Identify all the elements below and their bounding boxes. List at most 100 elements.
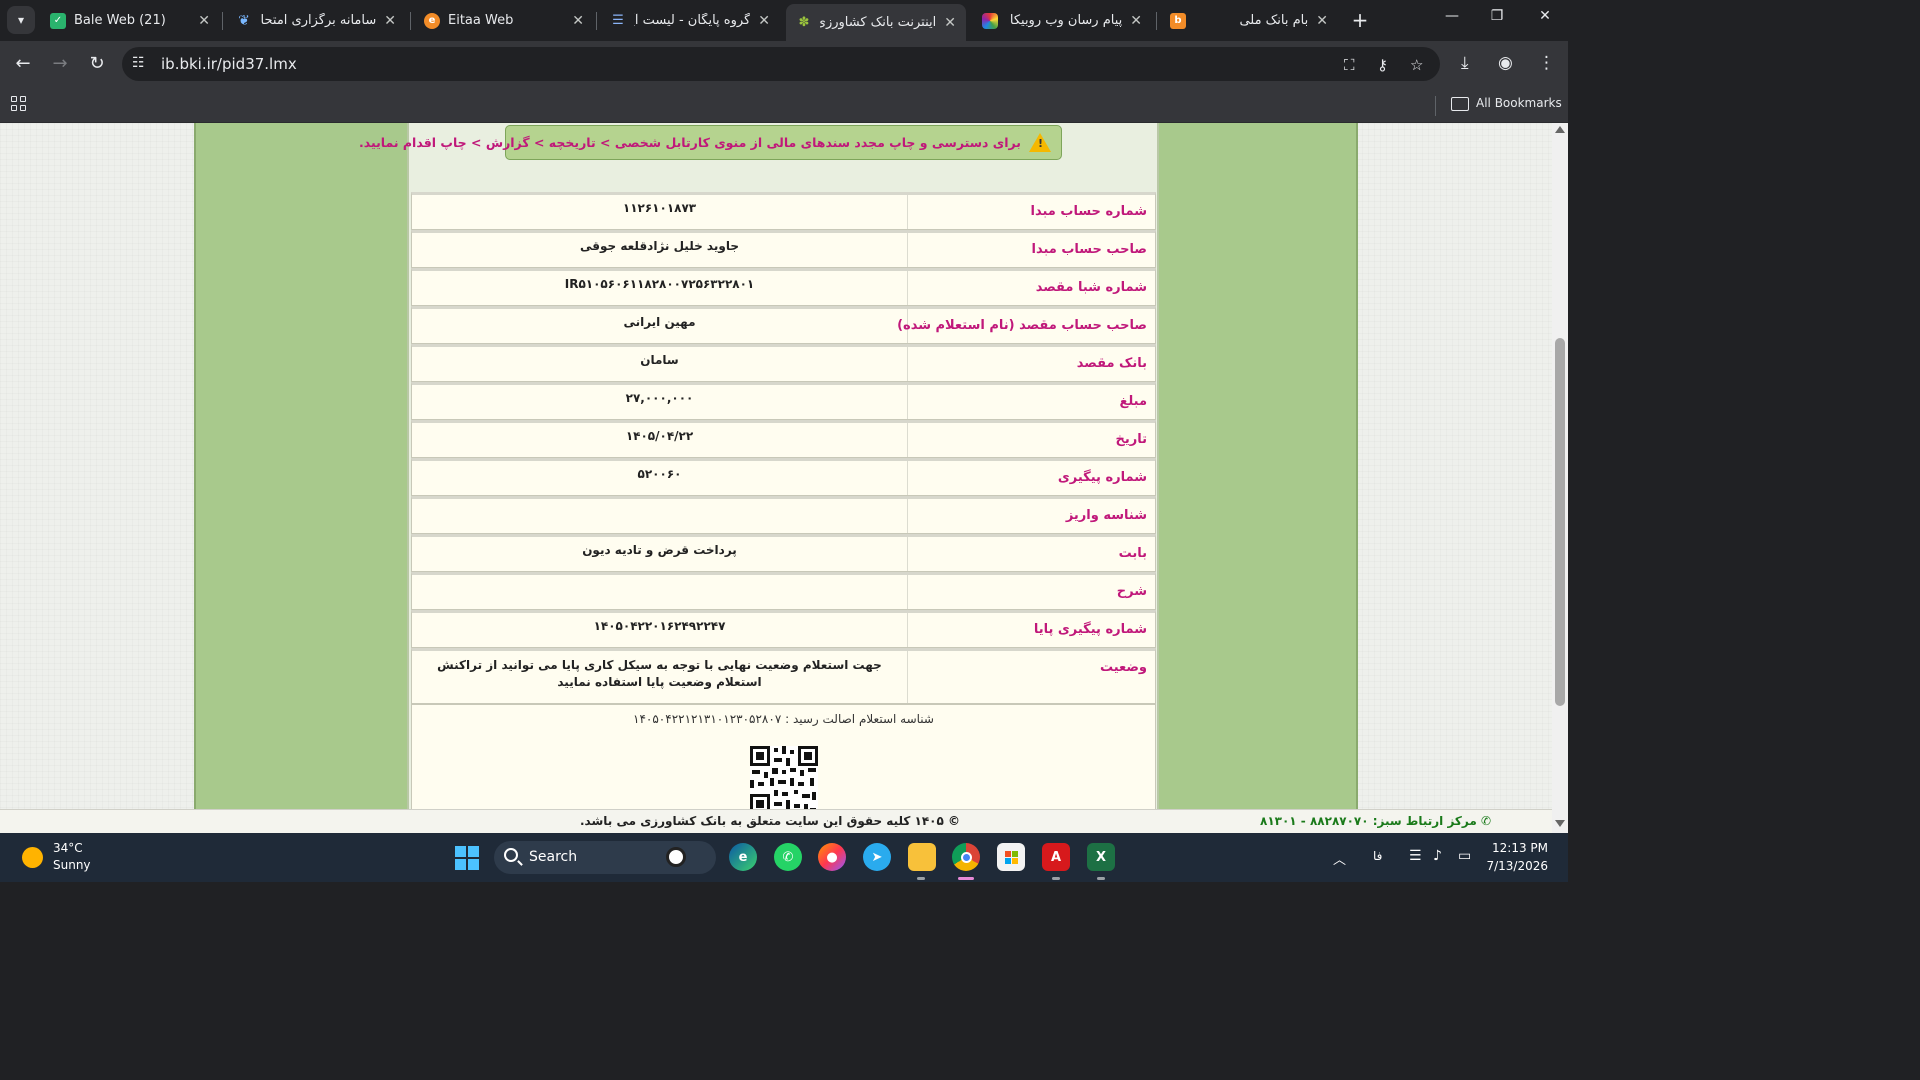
acrobat-icon[interactable]: A xyxy=(1042,843,1070,871)
info-alert: برای دسترسی و چاپ مجدد سندهای مالی از من… xyxy=(359,125,1062,160)
firefox-icon[interactable]: ● xyxy=(818,843,846,871)
close-window-button[interactable]: ✕ xyxy=(1530,8,1560,24)
tab-title: پیام رسان وب روبیکا xyxy=(1009,13,1123,28)
whatsapp-icon[interactable]: ✆ xyxy=(774,843,802,871)
address-bar[interactable]: ☷ ib.bki.ir/pid37.lmx ⛶ ⚷ ☆ xyxy=(122,47,1440,81)
clock-time[interactable]: 12:13 PM xyxy=(1480,841,1548,855)
tab-separator xyxy=(222,12,223,30)
tab-exam-system[interactable]: ❦ سامانه برگزاری امتحانات ✕ xyxy=(226,4,406,37)
battery-icon[interactable]: ▭ xyxy=(1458,848,1471,864)
tab-bale[interactable]: ✓ Bale Web (21) ✕ xyxy=(40,4,220,37)
start-button[interactable] xyxy=(455,846,479,870)
scroll-up-icon[interactable] xyxy=(1555,126,1565,133)
plus-icon: + xyxy=(1351,8,1369,32)
menu-icon[interactable]: ⋮ xyxy=(1538,53,1555,73)
status-row: وضعیت جهت استعلام وضعیت نهایی با توجه به … xyxy=(411,648,1156,704)
running-indicator xyxy=(917,877,925,880)
arrow-right-icon: → xyxy=(52,53,68,74)
row-label: صاحب حساب مقصد (نام استعلام شده) xyxy=(897,309,1155,343)
eitaa-icon: e xyxy=(424,12,440,29)
taskbar-search[interactable]: Search xyxy=(494,841,716,874)
row-value xyxy=(412,575,907,609)
wheat-icon: ✽ xyxy=(798,15,810,30)
row-value: IR۵۱۰۵۶۰۶۱۱۸۲۸۰۰۷۲۵۶۳۲۲۸۰۱ xyxy=(564,277,755,291)
wifi-icon[interactable]: ☰ xyxy=(1409,848,1422,864)
telegram-icon[interactable]: ➤ xyxy=(863,843,891,871)
detail-row: شماره حساب مبدا ۱۱۲۶۱۰۱۸۷۳ xyxy=(411,192,1156,230)
tab-eitaa[interactable]: e Eitaa Web ✕ xyxy=(414,4,594,37)
close-icon[interactable]: ✕ xyxy=(384,13,396,29)
store-icon[interactable] xyxy=(997,843,1025,871)
key-icon[interactable]: ⚷ xyxy=(1377,56,1388,74)
receipt-verification: شناسه استعلام اصالت رسید : ۱۴۰۵۰۴۲۲۱۲۱۳۱… xyxy=(411,704,1156,824)
apps-grid-icon[interactable] xyxy=(11,96,27,112)
weather-condition[interactable]: Sunny xyxy=(53,858,91,872)
row-label: وضعیت xyxy=(907,651,1155,703)
new-tab-button[interactable]: + xyxy=(1348,8,1372,32)
row-label: شماره حساب مبدا xyxy=(907,195,1155,229)
site-info-icon[interactable]: ☷ xyxy=(132,55,145,71)
row-value: سامان xyxy=(640,353,679,367)
clock-date[interactable]: 7/13/2026 xyxy=(1480,859,1548,873)
active-indicator xyxy=(958,877,974,880)
row-label: شرح xyxy=(907,575,1155,609)
edge-icon[interactable]: e xyxy=(729,843,757,871)
close-icon[interactable]: ✕ xyxy=(198,13,210,29)
input-language[interactable]: فا xyxy=(1373,849,1382,863)
tab-title: بام بانک ملی xyxy=(1239,13,1309,28)
row-label: شناسه واریز xyxy=(907,499,1155,533)
volume-icon[interactable]: ♪ xyxy=(1433,848,1442,864)
all-bookmarks-button[interactable]: All Bookmarks xyxy=(1476,96,1562,110)
close-icon[interactable]: ✕ xyxy=(572,13,584,29)
row-value: ۲۷,۰۰۰,۰۰۰ xyxy=(625,391,694,405)
chrome-icon[interactable] xyxy=(952,843,980,871)
bam-icon: b xyxy=(1170,12,1186,29)
tab-separator xyxy=(596,12,597,30)
row-label: شماره شبا مقصد xyxy=(907,271,1155,305)
scroll-down-icon[interactable] xyxy=(1555,820,1565,827)
close-icon[interactable]: ✕ xyxy=(1316,13,1328,29)
qr-code xyxy=(750,746,818,814)
weather-temperature[interactable]: 34°C xyxy=(53,841,83,855)
row-value: پرداخت قرض و تادیه دیون xyxy=(582,543,737,557)
tab-rubika[interactable]: پیام رسان وب روبیکا ✕ xyxy=(972,4,1152,37)
download-icon[interactable]: ⤓ xyxy=(1461,53,1469,73)
row-label: بانک مقصد xyxy=(907,347,1155,381)
sun-icon[interactable] xyxy=(22,847,43,868)
row-label: مبلغ xyxy=(907,385,1155,419)
forward-button[interactable]: → xyxy=(48,53,72,74)
scroll-thumb[interactable] xyxy=(1555,338,1565,706)
reload-button[interactable]: ↻ xyxy=(85,53,109,74)
row-value: جاوید خلیل نژادقلعه جوقی xyxy=(580,239,739,253)
restore-button[interactable]: ❐ xyxy=(1482,8,1512,24)
close-icon[interactable]: ✕ xyxy=(944,15,956,31)
chevron-down-icon: ▾ xyxy=(17,13,25,27)
windows-taskbar: 34°C Sunny Search e ✆ ● ➤ A X ︿ فا ☰ ♪ ▭… xyxy=(0,833,1568,882)
tab-bank-keshavarzi[interactable]: ✽ اینترنت بانک کشاورزی ✕ xyxy=(786,4,966,41)
page-scrollbar[interactable] xyxy=(1552,123,1568,833)
url-text[interactable]: ib.bki.ir/pid37.lmx xyxy=(161,55,297,73)
footer-copyright: © ۱۴۰۵ کلیه حقوق این سایت متعلق به بانک … xyxy=(579,814,961,828)
row-value: ۱۴۰۵۰۴۲۲۰۱۶۲۴۹۲۲۴۷ xyxy=(593,619,726,633)
restore-icon: ❐ xyxy=(1490,8,1504,24)
profile-icon[interactable]: ◉ xyxy=(1498,53,1513,73)
close-icon[interactable]: ✕ xyxy=(758,13,770,29)
row-label: شماره پیگیری پایا xyxy=(907,613,1155,647)
file-explorer-icon[interactable] xyxy=(908,843,936,871)
chevron-up-icon[interactable]: ︿ xyxy=(1333,849,1346,868)
tab-strip: ▾ ✓ Bale Web (21) ✕ ❦ سامانه برگزاری امت… xyxy=(0,0,1568,41)
translate-icon[interactable]: ⛶ xyxy=(1344,56,1355,74)
excel-icon[interactable]: X xyxy=(1087,843,1115,871)
close-icon[interactable]: ✕ xyxy=(1130,13,1142,29)
minimize-button[interactable]: — xyxy=(1437,8,1467,24)
row-value: ۱۴۰۵/۰۴/۲۲ xyxy=(625,429,694,443)
detail-row: بابت پرداخت قرض و تادیه دیون xyxy=(411,534,1156,572)
folder-icon[interactable] xyxy=(1451,97,1469,111)
tab-payegan[interactable]: ☰ گروه پایگان - لیست آیتم ✕ xyxy=(600,4,780,37)
detail-row: صاحب حساب مقصد (نام استعلام شده) مهین ایر… xyxy=(411,306,1156,344)
tab-search-menu-button[interactable]: ▾ xyxy=(7,6,35,34)
tab-bam-melli[interactable]: b بام بانک ملی ✕ xyxy=(1160,4,1338,37)
bookmark-star-icon[interactable]: ☆ xyxy=(1410,56,1423,74)
back-button[interactable]: ← xyxy=(11,53,35,74)
detail-row: شماره پیگیری ۵۲۰۰۶۰ xyxy=(411,458,1156,496)
